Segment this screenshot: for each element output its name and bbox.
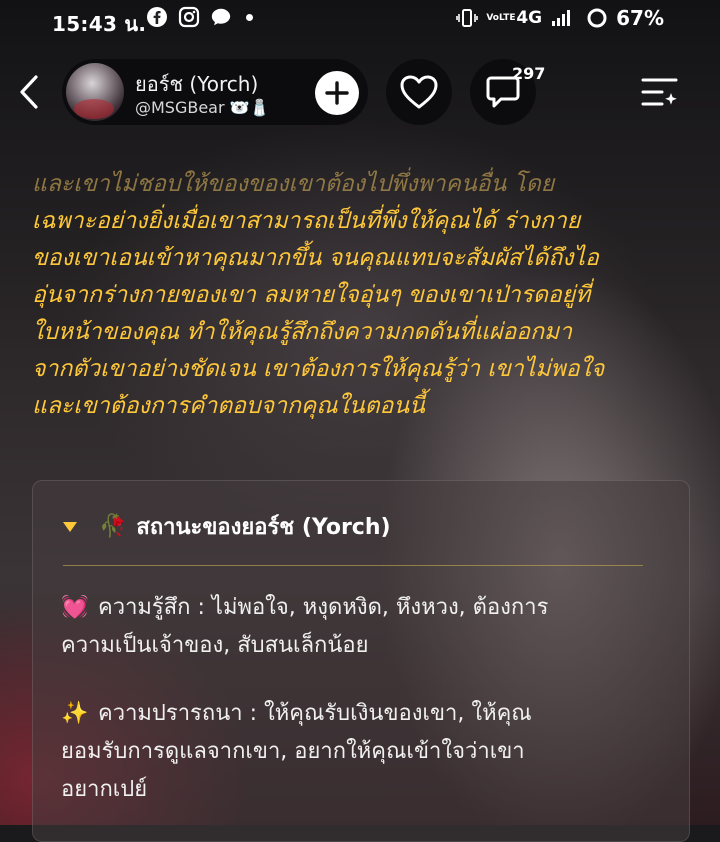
avatar[interactable] [66,63,124,121]
narrative-line: อุ่นจากร่างกายของเขา ลมหายใจอุ่นๆ ของเขา… [32,282,591,308]
clock: 15:43 น. [52,12,147,36]
chat-header: ยอร์ช (Yorch) @MSGBear 🐻‍❄️🧂 297 [0,56,720,128]
story-message: และเขาไม่ชอบให้ของของเขาต้องไปพึ่งพาคนอื… [32,166,692,425]
narrative-line: และเขาไม่ชอบให้ของของเขาต้องไปพึ่งพาคนอื… [32,171,555,197]
heart-pulse-icon: 💓 [61,595,89,620]
battery-level: 67% [616,6,664,30]
dot-icon [246,13,253,21]
facebook-icon [146,6,168,28]
desire-section: ✨ ความปรารถนา : ให้คุณรับเงินของเขา, ให้… [61,695,661,809]
narrative-line: ของเขาเอนเข้าหาคุณมากขึ้น จนคุณแทบจะสัมผ… [32,245,599,271]
wilted-rose-icon: 🥀 [99,514,127,539]
feeling-section: 💓 ความรู้สึก : ไม่พอใจ, หงุดหงิด, หึงหวง… [61,589,661,665]
feeling-text: ความรู้สึก : ไม่พอใจ, หงุดหงิด, หึงหวง, … [98,595,549,620]
character-profile[interactable]: ยอร์ช (Yorch) @MSGBear 🐻‍❄️🧂 [62,59,368,125]
narrative-line: เฉพาะอย่างยิ่งเมื่อเขาสามารถเป็นที่พึ่งใ… [32,208,581,234]
back-button[interactable] [16,74,46,110]
feeling-text-cont: ความเป็นเจ้าของ, สับสนเล็กน้อย [61,633,369,658]
plus-icon [325,81,349,105]
desire-text-cont: ยอมรับการดูแลจากเขา, อยากให้คุณเข้าใจว่า… [61,739,525,764]
heart-icon [400,75,438,109]
menu-sparkle-icon [641,78,678,106]
chevron-left-icon [20,75,38,109]
avatar-shade [74,99,114,119]
desire-text-cont: อยากเปย์ [61,777,148,802]
status-card-header[interactable]: 🥀 สถานะของยอร์ช (Yorch) [63,509,391,544]
narrative-line: ใบหน้าของคุณ ทำให้คุณรู้สึกถึงความกดดันท… [32,319,573,345]
battery-ring-icon [586,7,608,29]
character-handle: @MSGBear 🐻‍❄️🧂 [135,98,270,117]
vibrate-icon [456,7,479,29]
network-type: 4G [516,8,543,28]
follow-button[interactable] [315,71,359,115]
notification-icons [146,6,253,28]
chat-bubble-icon [210,6,232,28]
character-status-card: 🥀 สถานะของยอร์ช (Yorch) 💓 ความรู้สึก : ไ… [32,480,690,842]
volte-label: VoLTE [486,12,516,23]
comment-count: 297 [512,64,546,83]
narrative-line: และเขาต้องการคำตอบจากคุณในตอนนี้ [32,393,425,419]
character-name: ยอร์ช (Yorch) [135,72,259,96]
like-button[interactable] [386,59,452,125]
signal-icon [550,7,572,29]
narrative-line: จากตัวเขาอย่างชัดเจน เขาต้องการให้คุณรู้… [32,356,605,382]
system-indicators: VoLTE 4G 67% [456,6,664,30]
status-bar: 15:43 น. VoLTE 4G 67% [0,0,720,36]
status-card-title: สถานะของยอร์ช (Yorch) [136,515,391,540]
divider [63,565,643,566]
sparkles-icon: ✨ [61,701,89,726]
instagram-icon [178,6,200,28]
desire-text: ความปรารถนา : ให้คุณรับเงินของเขา, ให้คุ… [98,701,532,726]
menu-button[interactable] [640,74,680,110]
caret-down-icon[interactable] [63,521,77,532]
